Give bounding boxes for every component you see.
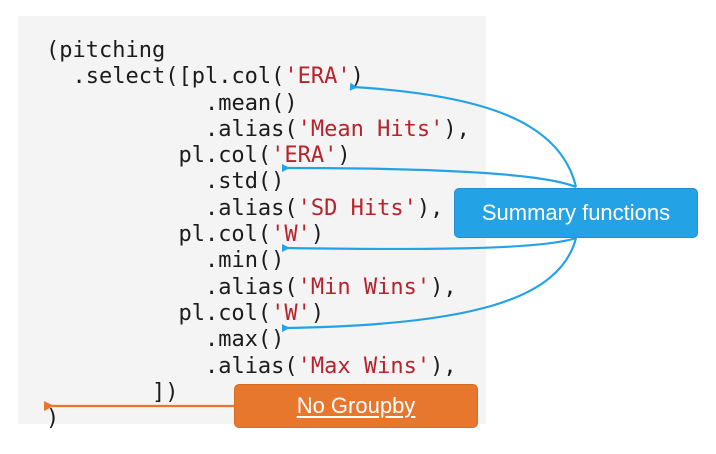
no-groupby-label: No Groupby [296, 393, 416, 418]
arrow-to-min [281, 236, 577, 252]
no-groupby-callout: No Groupby [234, 384, 478, 428]
arrow-to-max [281, 237, 578, 333]
summary-functions-callout: Summary functions [454, 188, 698, 238]
figure: (pitching .select([pl.col('ERA') .mean()… [0, 0, 716, 454]
summary-functions-label: Summary functions [481, 200, 671, 225]
arrow-to-std [281, 163, 577, 189]
